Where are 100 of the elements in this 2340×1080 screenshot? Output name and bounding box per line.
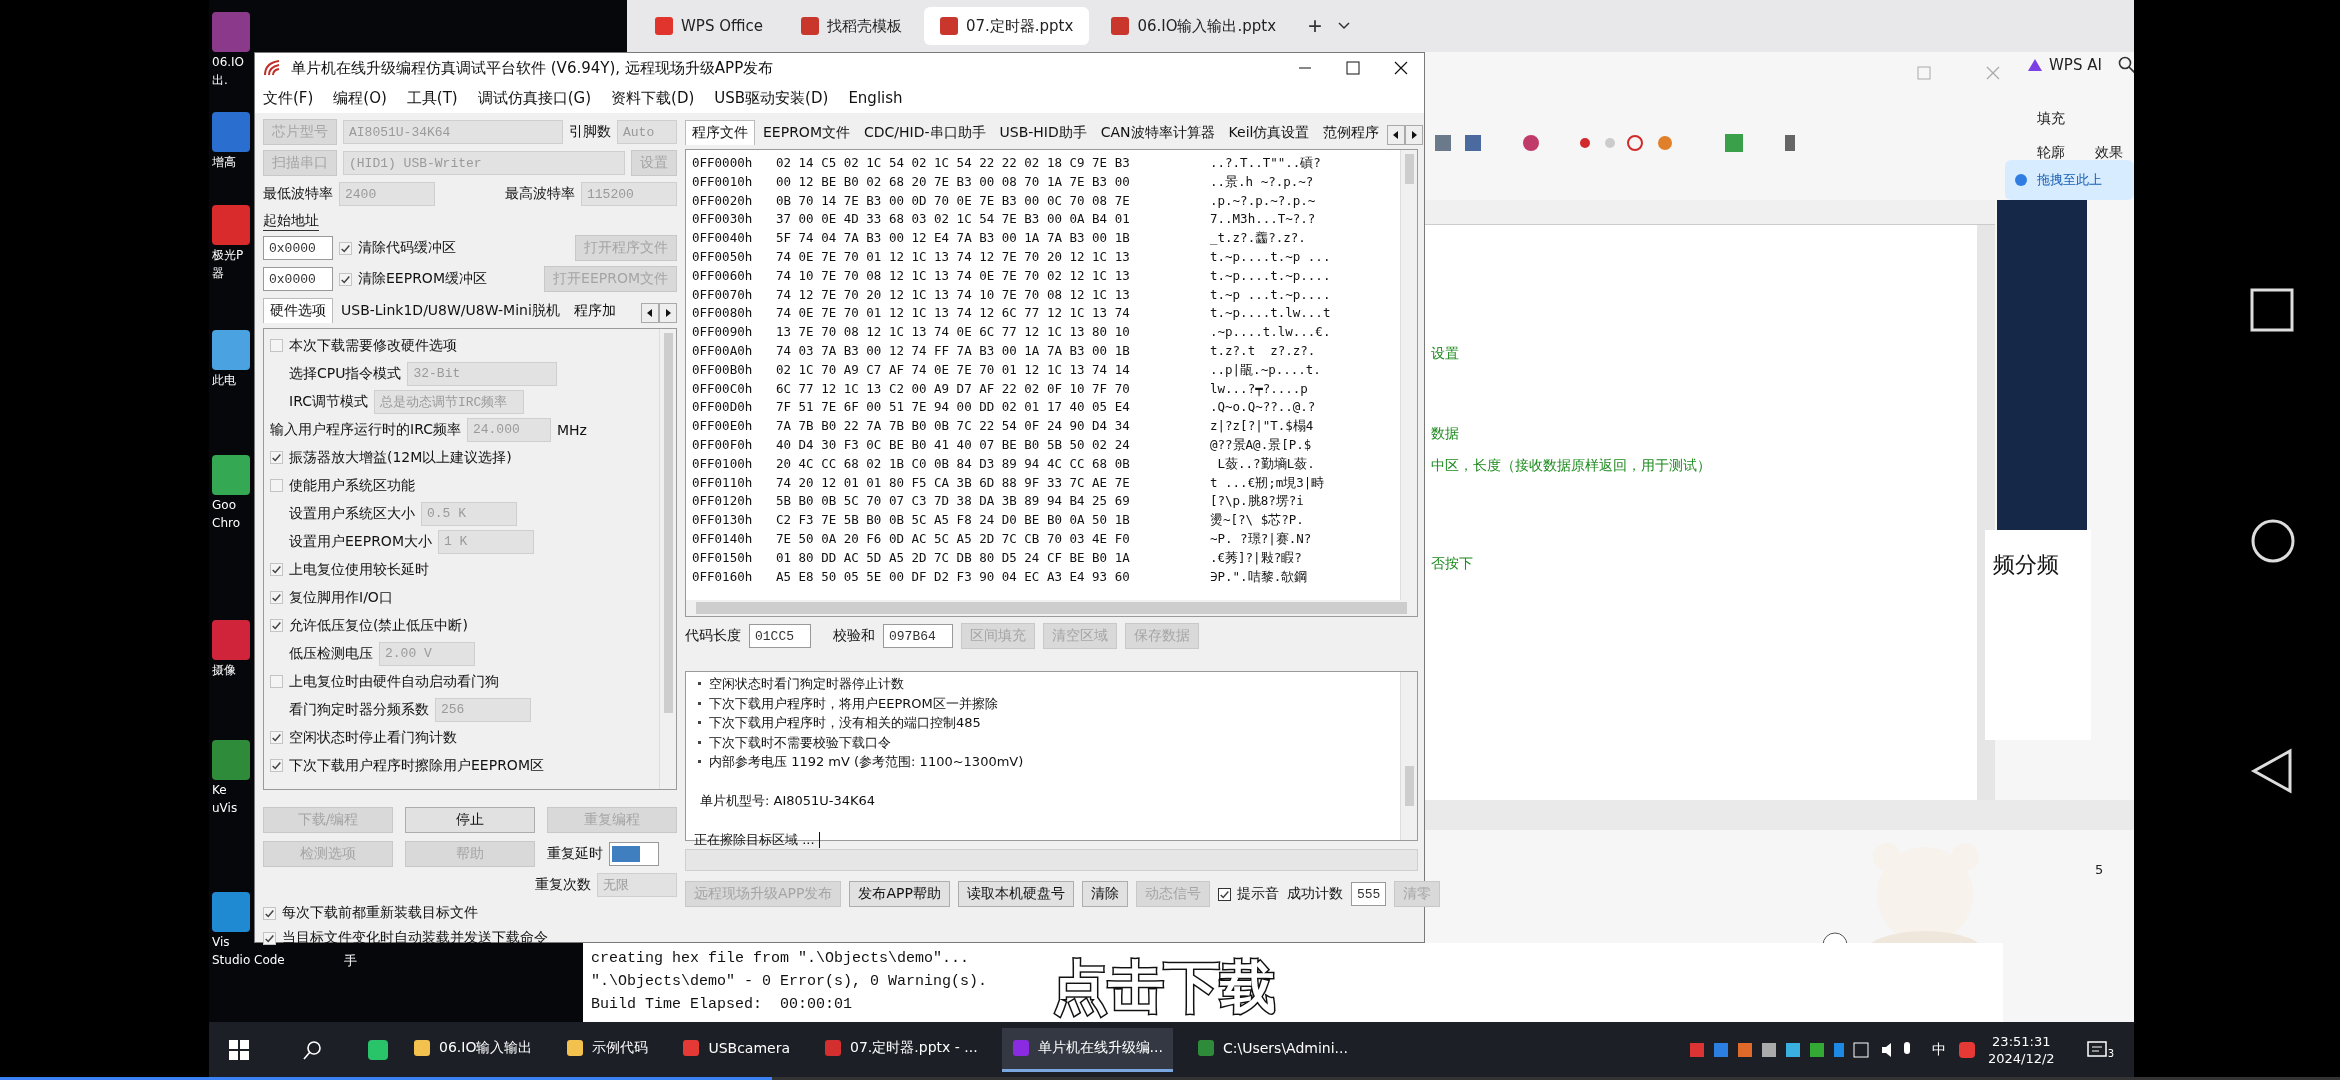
hex-ascii: @??景A@.景[P.$	[1210, 435, 1312, 454]
code-comment: 否按下	[1431, 555, 1473, 573]
tool-tab[interactable]: USB-HID助手	[993, 121, 1093, 145]
icon-label: Vis	[212, 934, 230, 950]
menu-item[interactable]: 编程(O)	[333, 88, 387, 108]
hex-address: 0FF0030h	[692, 210, 754, 229]
option-label: 低压检测电压	[289, 644, 373, 663]
document-tab[interactable]: 07.定时器.pptx	[923, 7, 1090, 45]
outline-menu[interactable]: 轮廓	[2037, 144, 2065, 162]
taskbar-item[interactable]: 07.定时器.pptx - ...	[814, 1027, 988, 1072]
hex-bytes: 7E 50 0A 20 F6 0D AC 5C A5 2D 7C CB 70 03 4E F0	[776, 529, 1131, 548]
hex-address: 0FF00B0h	[692, 360, 754, 379]
hex-bytes: 74 0E 7E 70 01 12 1C 13 74 12 7E 70 20 12 1C 13	[776, 248, 1131, 266]
options-tab[interactable]: 硬件选项	[263, 298, 333, 323]
checkbox-label: 复位脚用作I/O口	[289, 588, 393, 607]
options-tab[interactable]: USB-Link1D/U8W/U8W-Mini脱机	[335, 299, 566, 323]
code-length-field[interactable]: 01CC5	[749, 624, 811, 648]
hex-ascii: _t.z?.齹?.z?.	[1210, 229, 1306, 248]
log-line: 空闲状态时看门狗定时器停止计数	[709, 675, 904, 693]
checkbox-label: 当目标文件变化时自动装载并发送下载命令	[282, 929, 548, 947]
success-count-field[interactable]: 555	[1350, 882, 1387, 906]
fill-menu[interactable]: 填充	[2037, 110, 2065, 128]
address-field[interactable]: 0x0000	[263, 236, 333, 260]
option-label: 看门狗定时器分频系数	[289, 700, 429, 719]
hex-bytes: C2 F3 7E 5B B0 0B 5C A5 F8 24 D0 BE B0 0A 50 1B	[776, 511, 1131, 530]
menu-item[interactable]: 工具(T)	[406, 88, 458, 108]
repeat-count-label: 重复次数	[535, 876, 591, 894]
drop-zone[interactable]: 拖拽至此上	[2005, 160, 2134, 200]
notification-count: 3	[2107, 1047, 2114, 1059]
hex-bytes: 00 12 BE B0 02 68 20 7E B3 00 08 70 1A 7E B3 00	[776, 172, 1131, 191]
taskbar-item[interactable]: 06.IO输入输出	[403, 1027, 543, 1072]
hex-address: 0FF0080h	[692, 304, 754, 323]
baud-label: 最高波特率	[505, 185, 575, 203]
hex-ascii: t.~p....t.~p....	[1210, 266, 1331, 285]
hex-ascii: ..?.T..T""..碽?	[1210, 154, 1321, 172]
tool-button[interactable]: 读取本机硬盘号	[957, 881, 1074, 907]
hex-ascii: t.~p....t.~p ...	[1210, 248, 1331, 266]
hex-ascii: ~P. ?璟?|赛.N?	[1210, 529, 1312, 548]
hex-bytes: 7F 51 7E 6F 00 51 7E 94 00 DD 02 01 17 40 05 E4	[776, 398, 1131, 417]
hex-address: 0FF0140h	[692, 529, 754, 548]
hex-address: 0FF0120h	[692, 492, 754, 511]
log-line: 下次下载用户程序时，没有相关的端口控制485	[709, 714, 981, 732]
menu-item[interactable]: 调试仿真接口(G)	[477, 88, 592, 108]
output-line: ".\Objects\demo" - 0 Error(s), 0 Warning(s).	[591, 972, 989, 992]
ime-indicator[interactable]: 中	[1931, 1040, 1946, 1059]
hex-ascii: .Q~o.Q~??..@.?	[1210, 398, 1316, 417]
tool-tab[interactable]: 程序文件	[685, 120, 755, 145]
hex-ascii: t.z?.t z?.z?.	[1210, 341, 1316, 360]
address-field[interactable]: 0x0000	[263, 267, 333, 291]
option-label: 输入用户程序运行时的IRC频率	[270, 420, 461, 439]
start-address-label: 起始地址	[263, 211, 319, 231]
tool-tab[interactable]: 范例程序	[1317, 121, 1386, 145]
taskbar-item[interactable]: 单片机在线升级编...	[1001, 1027, 1173, 1072]
hex-bytes: 74 10 7E 70 08 12 1C 13 74 0E 7E 70 02 12 1C 13	[776, 266, 1131, 285]
tool-button[interactable]: 清除	[1081, 881, 1128, 907]
tool-tab[interactable]: Keil仿真设置	[1222, 121, 1316, 145]
icon-label: 摄像	[212, 662, 236, 678]
hex-bytes: 74 20 12 01 01 80 F5 CA 3B 6D 88 9F 33 7C AE 7E	[776, 473, 1131, 492]
checkbox-label: 下次下载用户程序时擦除用户EEPROM区	[289, 756, 544, 775]
menu-item[interactable]: USB驱动安装(D)	[714, 88, 829, 108]
code-comment: 设置	[1431, 345, 1459, 363]
document-tab[interactable]: WPS Office	[639, 7, 779, 45]
hex-bytes: 5F 74 04 7A B3 00 12 E4 7A B3 00 1A 7A B3 00 1B	[776, 229, 1131, 248]
hex-ascii: 燙~[?\ $芯?P.	[1210, 511, 1304, 530]
hex-bytes: 6C 77 12 1C 13 C2 00 A9 D7 AF 22 02 0F 10 7F 70	[776, 379, 1131, 398]
clock[interactable]: 23:51:31 2024/12/2	[1987, 1032, 2055, 1067]
hex-address: 0FF0070h	[692, 285, 754, 304]
hex-ascii: 7..M3h...T~?.?	[1210, 210, 1316, 229]
taskbar-item[interactable]: C:\Users\Admini...	[1186, 1027, 1358, 1072]
taskbar-item[interactable]: 示例代码	[556, 1027, 659, 1072]
icon-label: 手	[344, 952, 357, 970]
ai-label[interactable]: WPS AI	[2049, 56, 2102, 74]
tool-tab[interactable]: EEPROM文件	[757, 121, 856, 145]
icon-label: Chro	[212, 515, 240, 531]
hex-ascii: [?\p.脁8?塄?i	[1210, 492, 1304, 511]
option-label: 设置用户系统区大小	[289, 504, 415, 523]
hex-bytes: 7A 7B B0 22 7A 7B B0 0B 7C 22 54 0F 24 90 D4 34	[776, 417, 1131, 436]
log-line: 下次下载用户程序时，将用户EEPROM区一并擦除	[709, 694, 998, 713]
effect-menu[interactable]: 效果	[2095, 144, 2123, 162]
tool-tab[interactable]: CDC/HID-串口助手	[857, 121, 992, 145]
hex-bytes: A5 E8 50 05 5E 00 DF D2 F3 90 04 EC A3 E4 93 60	[776, 567, 1131, 586]
menu-item[interactable]: 资料下载(D)	[611, 88, 695, 108]
hex-ascii: .€莠]?|敤?睱?	[1210, 548, 1302, 567]
checkbox-label: 清除代码缓冲区	[358, 239, 456, 257]
document-tab[interactable]: 06.IO输入输出.pptx	[1095, 7, 1293, 45]
checksum-field[interactable]: 097B64	[883, 624, 953, 648]
options-tab[interactable]: 程序加	[567, 299, 622, 323]
hex-bytes: 40 D4 30 F3 0C BE B0 41 40 07 BE B0 5B 50 02 24	[776, 435, 1131, 454]
document-tab[interactable]: 找稻壳模板	[784, 7, 918, 45]
tool-tab[interactable]: CAN波特率计算器	[1094, 121, 1221, 145]
hex-ascii: L蔹..?勤墒L蔹.	[1216, 454, 1315, 473]
checkbox-label: 空闲状态时停止看门狗计数	[289, 728, 457, 747]
hex-address: 0FF0100h	[692, 454, 754, 473]
taskbar-item[interactable]: USBcamera	[672, 1027, 801, 1072]
option-label: IRC调节模式	[289, 392, 368, 411]
action-button[interactable]: 停止	[405, 807, 535, 833]
menu-item[interactable]: English	[848, 89, 903, 107]
menu-item[interactable]: 文件(F)	[263, 88, 314, 108]
tool-button[interactable]: 发布APP帮助	[849, 881, 950, 907]
new-tab-button[interactable]: +	[1298, 12, 1333, 40]
